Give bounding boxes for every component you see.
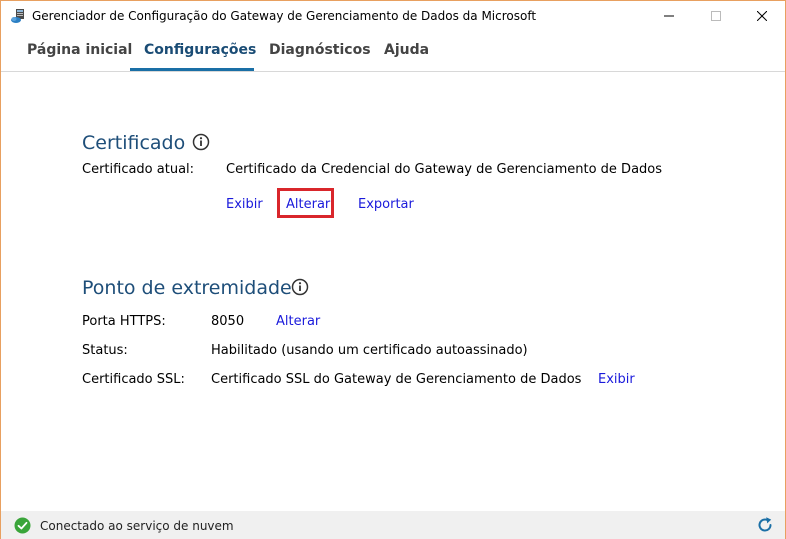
https-port-value: 8050 [211,314,245,329]
status-label: Status: [82,343,128,358]
window-title: Gerenciador de Configuração do Gateway d… [32,9,537,23]
view-certificate-link[interactable]: Exibir [226,197,263,212]
endpoint-section-title: Ponto de extremidade [82,277,292,299]
minimize-icon [664,15,674,17]
app-window: Gerenciador de Configuração do Gateway d… [0,0,786,539]
certificate-section-title: Certificado [82,132,186,154]
tab-home[interactable]: Página inicial [27,42,132,58]
check-circle-icon [14,517,31,534]
tab-bar: Página inicial Configurações Diagnóstico… [1,31,785,72]
tab-help[interactable]: Ajuda [384,42,429,58]
info-icon[interactable] [192,133,210,151]
maximize-icon [711,11,721,21]
connection-status-text: Conectado ao serviço de nuvem [40,519,234,533]
https-port-label: Porta HTTPS: [82,314,166,329]
current-certificate-label: Certificado atual: [82,162,195,177]
change-port-link[interactable]: Alterar [276,314,320,329]
status-bar: Conectado ao serviço de nuvem [1,511,785,539]
minimize-button[interactable] [646,1,692,31]
refresh-icon[interactable] [756,516,774,534]
gateway-app-icon [10,8,26,24]
current-certificate-value: Certificado da Credencial do Gateway de … [226,162,663,177]
info-icon[interactable] [291,278,309,296]
title-bar: Gerenciador de Configuração do Gateway d… [1,1,785,31]
tab-diagnostics[interactable]: Diagnósticos [269,42,371,58]
highlight-box [277,188,334,218]
ssl-certificate-value: Certificado SSL do Gateway de Gerenciame… [211,372,582,387]
close-button[interactable] [739,1,785,31]
ssl-certificate-label: Certificado SSL: [82,372,185,387]
close-icon [757,11,767,21]
view-ssl-certificate-link[interactable]: Exibir [598,372,635,387]
active-tab-indicator [130,68,254,71]
export-certificate-link[interactable]: Exportar [358,197,414,212]
status-value: Habilitado (usando um certificado autoas… [211,343,528,358]
maximize-button[interactable] [693,1,739,31]
tab-settings[interactable]: Configurações [144,42,256,58]
